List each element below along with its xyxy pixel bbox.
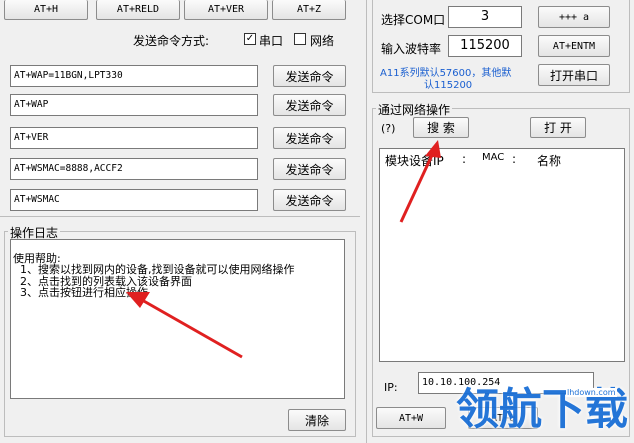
- command-input-1[interactable]: AT+WAP=11BGN,LPT330: [10, 65, 258, 87]
- at-reld-button[interactable]: AT+RELD: [96, 0, 180, 20]
- at-h-button[interactable]: AT+H: [4, 0, 88, 20]
- log-line: 1、搜索以找到网内的设备,找到设备就可以使用网络操作: [13, 263, 295, 276]
- send-command-button-4[interactable]: 发送命令: [273, 158, 346, 180]
- send-mode-label: 发送命令方式:: [133, 34, 210, 48]
- clear-button[interactable]: 清除: [288, 409, 346, 431]
- command-input-2[interactable]: AT+WAP: [10, 94, 258, 116]
- column-sep-2: :: [512, 152, 517, 166]
- com-label: 选择COM口: [381, 13, 446, 27]
- send-command-button-3[interactable]: 发送命令: [273, 127, 346, 149]
- com-input[interactable]: 3: [448, 6, 522, 28]
- panel-divider: [0, 216, 360, 217]
- open-serial-button[interactable]: 打开串口: [538, 64, 610, 86]
- network-label: 网络: [310, 34, 335, 48]
- column-sep-1: :: [462, 152, 467, 166]
- log-line: 3、点击按钮进行相应操作: [13, 286, 148, 299]
- device-list[interactable]: 模块设备IP : MAC : 名称: [379, 148, 625, 362]
- command-input-3[interactable]: AT+VER: [10, 127, 258, 149]
- search-button[interactable]: 搜 索: [413, 117, 469, 138]
- command-input-4[interactable]: AT+WSMAC=8888,ACCF2: [10, 158, 258, 180]
- ip-label: IP:: [384, 381, 398, 394]
- serial-checkbox[interactable]: ✓: [244, 33, 256, 45]
- column-mac: MAC: [482, 152, 505, 163]
- watermark-url: lhdown.com: [566, 388, 617, 397]
- baud-label: 输入波特率: [381, 42, 442, 56]
- right-divider: [366, 0, 367, 443]
- at-w-button[interactable]: AT+W: [376, 407, 446, 429]
- send-command-button-5[interactable]: 发送命令: [273, 189, 346, 211]
- column-ip: 模块设备IP: [385, 154, 444, 168]
- column-name: 名称: [537, 154, 562, 168]
- serial-label: 串口: [259, 34, 284, 48]
- baud-input[interactable]: 115200: [448, 35, 522, 57]
- help-icon[interactable]: (?): [381, 122, 395, 135]
- send-command-button-1[interactable]: 发送命令: [273, 65, 346, 87]
- at-z-button[interactable]: AT+Z: [272, 0, 346, 20]
- baud-note-line2: 认115200: [424, 80, 473, 91]
- network-checkbox[interactable]: [294, 33, 306, 45]
- at-ver-button[interactable]: AT+VER: [184, 0, 268, 20]
- log-textarea[interactable]: 使用帮助: 1、搜索以找到网内的设备,找到设备就可以使用网络操作 2、点击找到的…: [10, 239, 345, 399]
- network-ops-title: 通过网络操作: [376, 101, 453, 118]
- at-entm-button[interactable]: AT+ENTM: [538, 35, 610, 57]
- plus-a-button[interactable]: +++ a: [538, 6, 610, 28]
- command-input-5[interactable]: AT+WSMAC: [10, 189, 258, 211]
- open-device-button[interactable]: 打 开: [530, 117, 586, 138]
- send-command-button-2[interactable]: 发送命令: [273, 94, 346, 116]
